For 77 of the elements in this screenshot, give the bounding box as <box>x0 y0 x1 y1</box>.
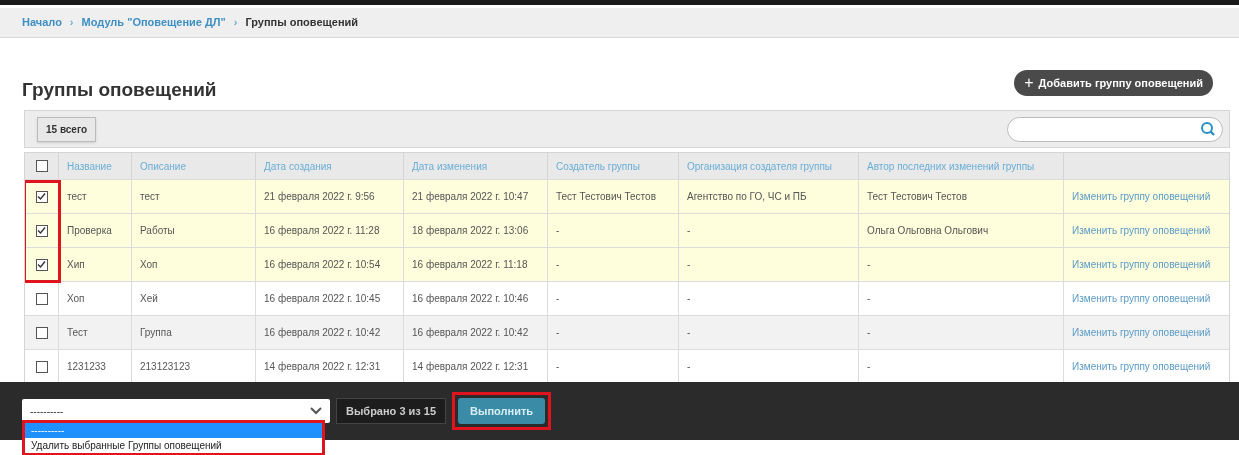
table-cell-text: Хоп <box>67 292 85 306</box>
total-count: 15 всего <box>37 116 97 142</box>
table-cell-text: Хип <box>67 258 85 272</box>
table-cell-text: - <box>556 224 560 238</box>
table-cell-text: - <box>867 360 871 374</box>
table-cell-text: - <box>867 326 871 340</box>
table-cell-text: 16 февраля 2022 г. 10:42 <box>264 326 381 340</box>
chevron-down-icon <box>310 407 322 415</box>
table-cell-text: - <box>556 258 560 272</box>
column-header[interactable]: Автор последних изменений группы <box>867 158 1035 174</box>
table-cell-text: Тест <box>67 326 88 340</box>
search-icon <box>1200 121 1216 137</box>
table-cell-text: 14 февраля 2022 г. 12:31 <box>264 360 381 374</box>
breadcrumb-link[interactable]: Начало <box>22 14 62 31</box>
checkbox[interactable] <box>35 292 48 305</box>
dropdown-option[interactable]: Удалить выбранные Группы оповещений <box>25 438 322 453</box>
page-title: Группы оповещений <box>22 77 217 102</box>
table-cell-text: 213123123 <box>140 360 191 374</box>
edit-group-link[interactable]: Изменить группу оповещений <box>1072 359 1211 374</box>
run-button[interactable]: Выполнить <box>458 398 546 425</box>
column-header[interactable]: Организация создателя группы <box>687 158 833 174</box>
edit-group-link[interactable]: Изменить группу оповещений <box>1072 257 1211 272</box>
selection-count: Выбрано 3 из 15 <box>336 398 447 424</box>
table-cell-text: 1231233 <box>67 360 106 374</box>
table-cell-text: - <box>556 326 560 340</box>
table-cell-text: - <box>556 292 560 306</box>
search-field[interactable] <box>1007 116 1223 142</box>
table-cell-text: Агентство по ГО, ЧС и ПБ <box>687 190 807 204</box>
checkbox[interactable] <box>35 360 48 373</box>
table-cell-text: Группа <box>140 326 172 340</box>
table-cell-text: 16 февраля 2022 г. 10:46 <box>412 292 529 306</box>
table-cell-text: 16 февраля 2022 г. 10:45 <box>264 292 381 306</box>
breadcrumb-link[interactable]: Модуль "Оповещение ДЛ" <box>81 14 226 31</box>
table-cell-text: 21 февраля 2022 г. 9:56 <box>264 190 375 204</box>
table-cell-text: - <box>556 360 560 374</box>
table-cell-text: Тест Тестович Тестов <box>556 190 656 204</box>
table-cell-text: Тест Тестович Тестов <box>867 190 967 204</box>
checkbox[interactable] <box>35 160 48 172</box>
add-group-button[interactable]: + Добавить группу оповещений <box>1014 70 1213 96</box>
table-cell-text: 14 февраля 2022 г. 12:31 <box>412 360 529 374</box>
checkbox[interactable] <box>35 258 48 271</box>
table-cell-text: - <box>687 258 691 272</box>
table-cell-text: - <box>867 258 871 272</box>
table-cell-text: - <box>687 326 691 340</box>
table-cell-text: тест <box>67 190 87 204</box>
table-cell-text: Ольга Ольговна Ольгович <box>867 224 989 238</box>
table-cell-text: 16 февраля 2022 г. 10:54 <box>264 258 381 272</box>
table-cell-text: - <box>687 360 691 374</box>
column-header[interactable]: Создатель группы <box>556 158 640 174</box>
table-cell-text: - <box>867 292 871 306</box>
edit-group-link[interactable]: Изменить группу оповещений <box>1072 223 1211 238</box>
breadcrumb-separator: › <box>233 15 238 31</box>
edit-group-link[interactable]: Изменить группу оповещений <box>1072 325 1211 340</box>
table-cell-text: Проверка <box>67 224 112 238</box>
table-cell-text: 16 февраля 2022 г. 11:18 <box>412 258 528 272</box>
edit-group-link[interactable]: Изменить группу оповещений <box>1072 189 1211 204</box>
dropdown-option[interactable]: ---------- <box>25 423 322 438</box>
table-cell-text: 16 февраля 2022 г. 11:28 <box>264 224 380 238</box>
table-cell-text: Работы <box>140 224 175 238</box>
table-cell-text: 18 февраля 2022 г. 13:06 <box>412 224 529 238</box>
table-cell-text: 16 февраля 2022 г. 10:42 <box>412 326 529 340</box>
table-cell-text: тест <box>140 190 160 204</box>
table-cell-text: Хоп <box>140 258 158 272</box>
column-header[interactable]: Дата изменения <box>412 158 488 174</box>
checkbox[interactable] <box>35 326 48 339</box>
column-header[interactable]: Дата создания <box>264 158 332 174</box>
column-header[interactable]: Название <box>67 158 112 174</box>
edit-group-link[interactable]: Изменить группу оповещений <box>1072 291 1211 306</box>
column-header[interactable]: Описание <box>140 158 186 174</box>
checkbox[interactable] <box>35 190 48 203</box>
table-cell-text: - <box>687 292 691 306</box>
table-cell-text: 21 февраля 2022 г. 10:47 <box>412 190 529 204</box>
breadcrumb-separator: › <box>69 15 74 31</box>
action-select[interactable]: ---------- <box>22 399 330 423</box>
table-cell-text: Хей <box>140 292 158 306</box>
table-cell-text: - <box>687 224 691 238</box>
checkbox[interactable] <box>35 224 48 237</box>
